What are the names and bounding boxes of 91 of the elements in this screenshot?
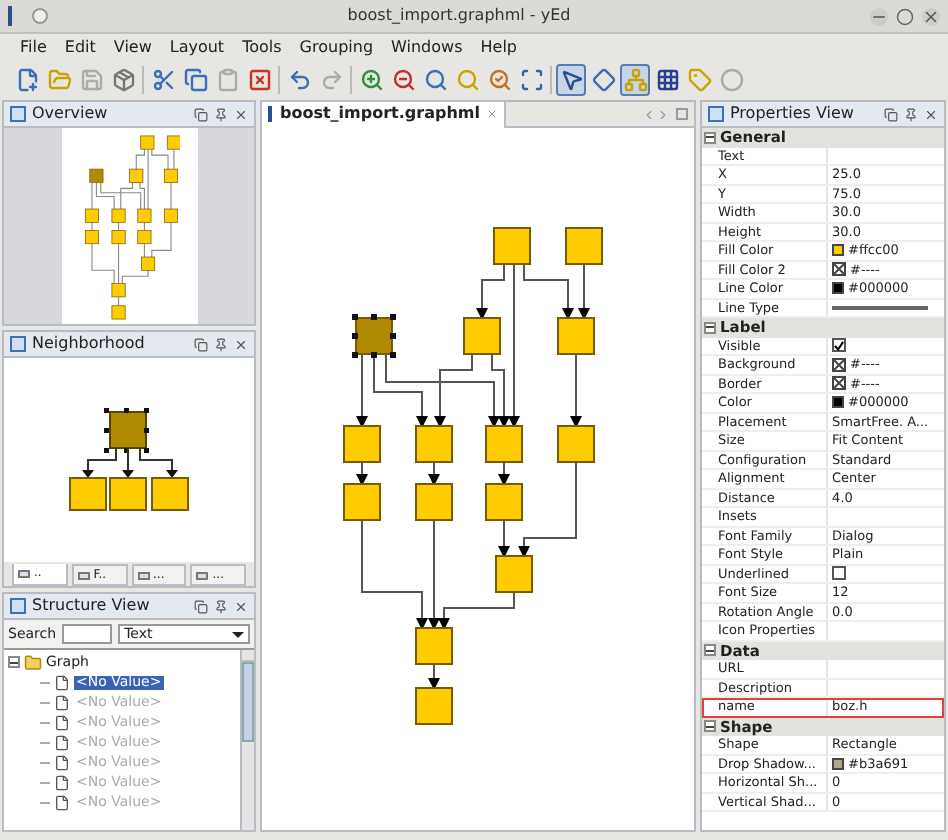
document-tab[interactable]: boost_import.graphml [262,101,506,127]
zoom-out-button[interactable] [388,64,418,96]
scroll-left-icon[interactable] [642,107,656,121]
panel-icon [10,106,26,122]
folder-icon [24,653,42,671]
graph-node[interactable] [352,314,396,358]
graph-node[interactable] [415,627,453,665]
menu-item[interactable]: View [113,39,152,55]
window-title: boost_import.graphml - yEd [347,4,571,28]
search-field[interactable] [62,624,113,644]
close-icon[interactable] [922,7,940,25]
graph-node[interactable] [463,317,501,355]
checkbox[interactable] [832,338,846,353]
copy-button[interactable] [180,64,210,96]
pin-icon[interactable] [904,107,918,121]
panel-title: Structure View [32,598,150,614]
cut-button[interactable] [148,64,178,96]
graph-node[interactable] [485,483,523,521]
section-toggle[interactable] [704,131,716,144]
checkbox[interactable] [832,566,846,581]
window-menu-icon[interactable] [32,8,48,24]
panel-icon [10,598,26,614]
graph-node[interactable] [565,227,603,265]
scroll-right-icon[interactable] [656,107,670,121]
menu-item[interactable]: Windows [391,39,463,55]
fit-content-button[interactable] [516,64,546,96]
panel-icon [10,336,26,352]
edge-arrow [498,461,510,486]
edge-arrow [578,263,590,320]
collapse-toggle[interactable] [8,656,20,668]
restore-icon[interactable] [884,107,898,121]
scrollbar[interactable] [240,650,254,830]
graph-node[interactable] [495,555,533,593]
menu-item[interactable]: Help [480,39,517,55]
edge-arrow [476,263,505,320]
menu-item[interactable]: Grouping [299,39,374,55]
graph-node[interactable] [415,483,453,521]
delete-button[interactable] [244,64,274,96]
grid-button[interactable] [652,64,682,96]
panel-title: Neighborhood [32,336,145,352]
pointer-button[interactable] [556,64,586,96]
graph-node[interactable] [557,425,595,463]
no-color-icon [832,376,846,391]
close-icon[interactable] [924,107,938,121]
restore-icon[interactable] [194,599,208,613]
edge-arrow [428,461,440,486]
restore-icon[interactable] [194,337,208,351]
edge-arrow [356,461,368,486]
maximize-icon[interactable] [896,7,914,25]
no-color-icon [832,357,846,372]
zoom-in-button[interactable] [356,64,386,96]
graph-node[interactable] [557,317,595,355]
graph-node[interactable] [415,687,453,725]
no-color-icon [832,262,846,277]
graph-node[interactable] [343,483,381,521]
diamond-button[interactable] [588,64,618,96]
edge-arrow [570,353,582,428]
section-toggle[interactable] [704,644,716,657]
menu-item[interactable]: Layout [169,39,225,55]
section-toggle[interactable] [704,720,716,733]
zoom-button[interactable] [420,64,450,96]
line-sample [832,305,928,310]
close-icon[interactable] [234,107,248,121]
zoom-selection-button[interactable] [484,64,514,96]
close-icon[interactable] [234,337,248,351]
panel-title: Overview [32,106,108,122]
tab-list-icon[interactable] [676,108,688,120]
pin-icon[interactable] [214,599,228,613]
panel-icon [708,106,724,122]
section-toggle[interactable] [704,321,716,334]
graph-node[interactable] [415,425,453,463]
pin-icon[interactable] [214,337,228,351]
package-button[interactable] [108,64,138,96]
menu-item[interactable]: File [20,39,47,55]
edge-arrow [498,519,510,558]
close-icon[interactable] [234,599,248,613]
neighborhood-graph-drawing [67,408,191,512]
pin-icon[interactable] [214,107,228,121]
restore-icon[interactable] [194,107,208,121]
edge-arrow [428,663,440,690]
graph-node[interactable] [493,227,531,265]
graph-node[interactable] [343,425,381,463]
edge-arrow [356,353,368,428]
menu-item[interactable]: Tools [242,39,282,55]
graph-node[interactable] [485,425,523,463]
edge-arrow [518,461,577,558]
panel-title: Properties View [730,106,854,122]
menu-item[interactable]: Edit [64,39,96,55]
minimize-icon[interactable] [870,7,888,25]
edge-arrow [523,263,574,320]
close-icon[interactable] [485,108,498,120]
